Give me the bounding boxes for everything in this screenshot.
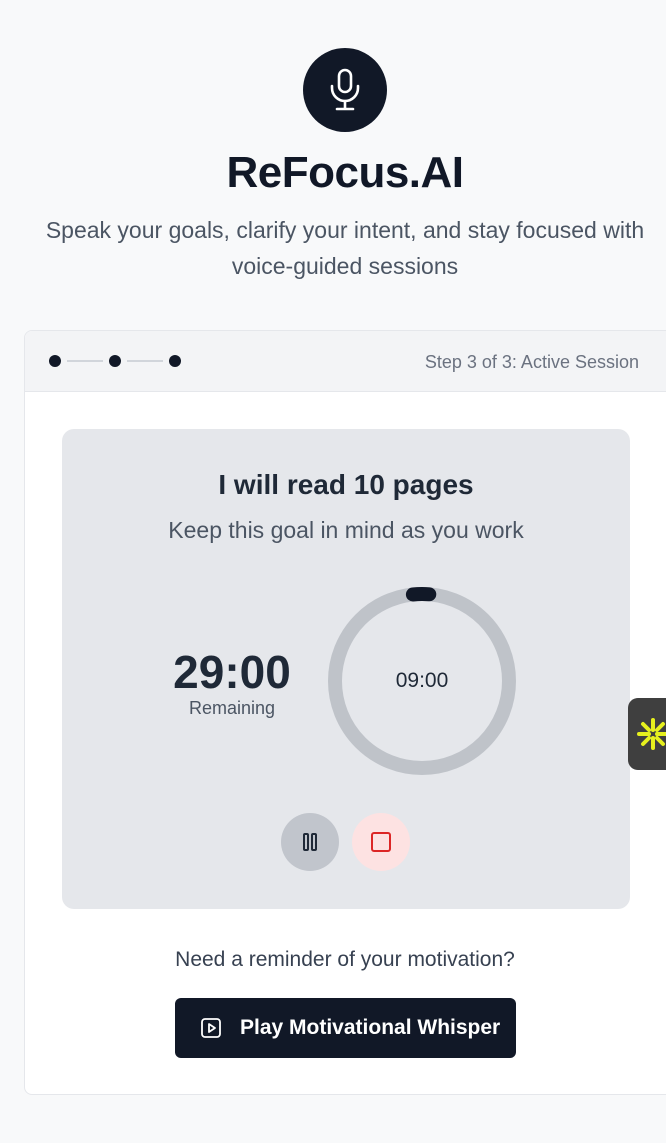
play-motivational-whisper-button[interactable]: Play Motivational Whisper: [175, 998, 516, 1058]
goal-text: I will read 10 pages: [218, 469, 474, 500]
ring-time: 09:00: [395, 669, 449, 692]
app-subtitle: Speak your goals, clarify your intent, a…: [45, 217, 645, 279]
pause-button[interactable]: [281, 813, 339, 871]
logo-badge: [303, 48, 387, 132]
step-dot-2: [109, 355, 121, 367]
step-dot-3: [169, 355, 181, 367]
step-dot-1: [49, 355, 61, 367]
step-label: Step 3 of 3: Active Session: [424, 352, 639, 372]
stop-icon: [371, 832, 391, 852]
stop-button[interactable]: [352, 813, 410, 871]
pause-icon: [303, 833, 317, 851]
play-icon: [201, 1018, 221, 1038]
stepper-header: Step 3 of 3: Active Session: [25, 331, 666, 392]
whisper-button-label: Play Motivational Whisper: [240, 1016, 501, 1039]
active-session-panel: I will read 10 pages Keep this goal in m…: [62, 429, 630, 909]
remaining-caption: Remaining: [188, 698, 276, 718]
goal-hint: Keep this goal in mind as you work: [168, 517, 524, 543]
app-title: ReFocus.AI: [226, 148, 464, 197]
assistant-widget-tab[interactable]: [628, 698, 666, 770]
remaining-time: 29:00: [173, 646, 291, 698]
step-connector-2: [127, 360, 163, 362]
step-connector-1: [67, 360, 103, 362]
session-card: Step 3 of 3: Active Session I will read …: [24, 330, 666, 1095]
motivation-prompt: Need a reminder of your motivation?: [175, 948, 515, 971]
sparkle-icon: [637, 718, 666, 750]
app-page: ReFocus.AI Speak your goals, clarify you…: [0, 0, 666, 1143]
microphone-icon: [330, 68, 360, 111]
